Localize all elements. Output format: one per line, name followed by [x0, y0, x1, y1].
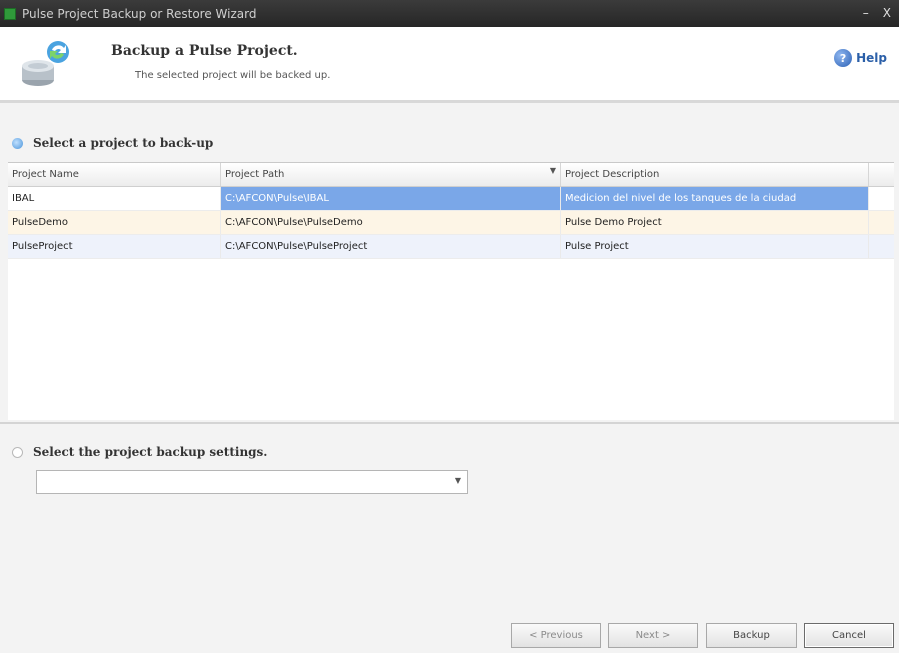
grid-header: Project Name Project Path ▼ Project Desc… — [8, 163, 894, 187]
column-project-path[interactable]: Project Path ▼ — [221, 163, 561, 186]
cell-project-name[interactable]: PulseDemo — [8, 211, 221, 234]
column-project-path-label: Project Path — [225, 169, 285, 180]
section-select-project-label: Select a project to back-up — [33, 136, 214, 150]
table-row[interactable]: IBAL C:\AFCON\Pulse\IBAL Medicion del ni… — [8, 187, 894, 211]
wizard-header: Backup a Pulse Project. The selected pro… — [0, 27, 899, 100]
grid-divider — [0, 422, 899, 424]
app-icon — [4, 7, 16, 20]
cell-spacer — [869, 235, 894, 258]
projects-grid: Project Name Project Path ▼ Project Desc… — [8, 162, 894, 420]
close-button[interactable]: X — [883, 6, 891, 20]
cell-project-name[interactable]: IBAL — [8, 187, 221, 210]
section-select-project: Select a project to back-up — [12, 136, 213, 150]
cancel-button[interactable]: Cancel — [804, 623, 894, 648]
cell-project-path[interactable]: C:\AFCON\Pulse\PulseProject — [221, 235, 561, 258]
column-project-name[interactable]: Project Name — [8, 163, 221, 186]
cell-project-path[interactable]: C:\AFCON\Pulse\PulseDemo — [221, 211, 561, 234]
section-backup-settings-label: Select the project backup settings. — [33, 445, 268, 459]
page-title: Backup a Pulse Project. — [111, 43, 298, 59]
previous-button[interactable]: < Previous — [511, 623, 601, 648]
cell-project-description[interactable]: Medicion del nivel de los tanques de la … — [561, 187, 869, 210]
window-controls: – X — [863, 6, 891, 20]
step-inactive-icon — [12, 446, 23, 458]
title-bar: Pulse Project Backup or Restore Wizard –… — [0, 0, 899, 27]
minimize-button[interactable]: – — [863, 6, 869, 20]
column-spacer — [869, 163, 894, 186]
section-backup-settings: Select the project backup settings. — [12, 445, 268, 459]
cell-project-path[interactable]: C:\AFCON\Pulse\IBAL — [221, 187, 561, 210]
cell-spacer — [869, 211, 894, 234]
cell-spacer — [869, 187, 894, 210]
backup-button[interactable]: Backup — [706, 623, 797, 648]
table-row[interactable]: PulseProject C:\AFCON\Pulse\PulseProject… — [8, 235, 894, 259]
window-title: Pulse Project Backup or Restore Wizard — [22, 6, 257, 21]
backup-settings-dropdown[interactable]: ▼ — [36, 470, 468, 494]
help-icon: ? — [834, 49, 853, 67]
table-row[interactable]: PulseDemo C:\AFCON\Pulse\PulseDemo Pulse… — [8, 211, 894, 235]
next-button[interactable]: Next > — [608, 623, 698, 648]
cell-project-description[interactable]: Pulse Demo Project — [561, 211, 869, 234]
filter-icon[interactable]: ▼ — [550, 166, 556, 175]
chevron-down-icon[interactable]: ▼ — [455, 476, 461, 485]
help-link[interactable]: ? Help — [834, 49, 887, 67]
cell-project-description[interactable]: Pulse Project — [561, 235, 869, 258]
step-active-icon — [12, 137, 23, 149]
column-project-description[interactable]: Project Description — [561, 163, 869, 186]
page-subtitle: The selected project will be backed up. — [135, 70, 331, 81]
cell-project-name[interactable]: PulseProject — [8, 235, 221, 258]
backup-database-icon — [22, 41, 69, 86]
help-label: Help — [856, 51, 887, 65]
